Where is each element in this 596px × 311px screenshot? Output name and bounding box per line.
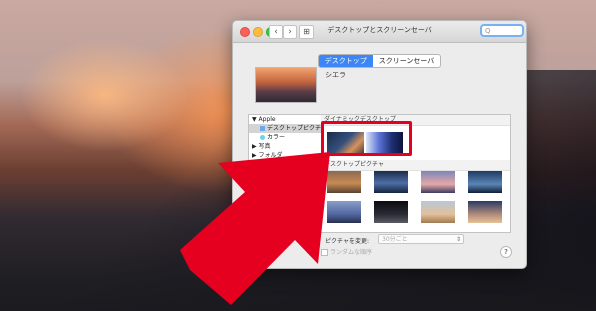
- red-arrow-icon: [180, 152, 330, 305]
